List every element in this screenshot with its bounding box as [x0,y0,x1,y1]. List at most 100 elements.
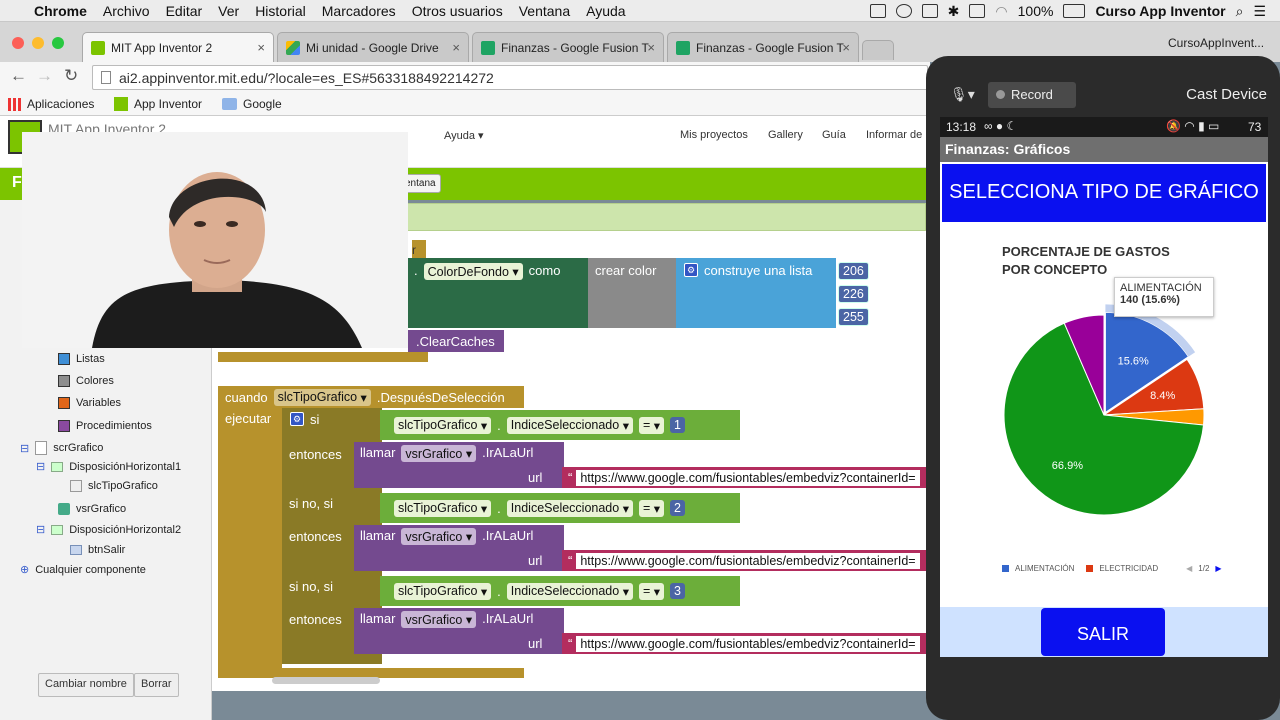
tree-scrGrafico[interactable]: ⊟ scrGrafico [20,441,103,455]
legend-next-icon[interactable]: ▶ [1215,564,1221,573]
text-block-2[interactable]: “ https://www.google.com/fusiontables/em… [562,550,926,571]
event-component-dropdown[interactable]: slcTipoGrafico ▾ [273,388,371,406]
link-gallery[interactable]: Gallery [768,129,803,141]
camera-icon[interactable] [921,4,938,18]
expand-icon[interactable]: ⊕ [20,563,29,576]
tree-variables[interactable]: Variables [58,397,121,409]
gear-icon[interactable]: ⚙ [684,263,698,277]
crear-color-block[interactable]: crear color [588,258,676,328]
collapse-icon[interactable]: ⊟ [20,442,29,455]
gear-icon[interactable]: ⚙ [290,412,304,426]
close-icon[interactable]: × [842,40,850,55]
minimize-window-button[interactable] [32,37,44,49]
back-icon[interactable]: ← [10,66,27,86]
operator-dropdown[interactable]: = ▾ [638,582,665,600]
delete-button[interactable]: Borrar [134,673,179,697]
search-icon[interactable]: ⌕ [1236,3,1244,20]
zoom-window-button[interactable] [52,37,64,49]
number-value[interactable]: 2 [670,500,685,516]
menu-editar[interactable]: Editar [166,3,203,19]
url-text-value[interactable]: https://www.google.com/fusiontables/embe… [576,552,920,569]
compare-block-1[interactable]: slcTipoGrafico ▾ . IndiceSeleccionado ▾ … [380,410,740,440]
battery-icon[interactable] [1063,4,1086,18]
number-block-g[interactable]: 226 [838,285,869,303]
set-colordefondo-block[interactable]: . ColorDeFondo ▾ como [408,258,588,328]
menu-ventana[interactable]: Ventana [519,3,570,19]
link-informar[interactable]: Informar de [866,129,922,141]
horizontal-scrollbar[interactable] [272,677,380,684]
collapse-icon[interactable]: ⊟ [36,523,45,536]
tree-colores[interactable]: Colores [58,375,114,387]
profile-button[interactable]: CursoAppInvent... [1168,36,1264,50]
url-text-value[interactable]: https://www.google.com/fusiontables/embe… [576,635,920,652]
microphone-icon[interactable]: 🎙▾ [950,86,975,103]
text-block-1[interactable]: “ https://www.google.com/fusiontables/em… [562,467,926,488]
tree-procedimientos[interactable]: Procedimientos [58,420,152,432]
tab-fusion-2[interactable]: Finanzas - Google Fusion T × [667,32,859,62]
menu-marcadores[interactable]: Marcadores [322,3,396,19]
display-icon[interactable] [969,4,986,18]
menu-archivo[interactable]: Archivo [103,3,150,19]
number-block-r[interactable]: 206 [838,262,869,280]
tree-listas[interactable]: Listas [58,353,105,365]
olive-block-fragment[interactable]: r [412,240,426,259]
tab-google-drive[interactable]: Mi unidad - Google Drive × [277,32,469,62]
menu-ver[interactable]: Ver [218,3,239,19]
property-dropdown[interactable]: IndiceSeleccionado ▾ [506,582,633,600]
tree-vsrGrafico[interactable]: vsrGrafico [58,503,126,515]
bookmark-app-inventor[interactable]: App Inventor [114,97,202,111]
component-dropdown[interactable]: vsrGrafico ▾ [401,445,477,462]
clearcaches-block[interactable]: .ClearCaches [408,330,504,352]
address-bar[interactable]: ai2.appinventor.mit.edu/?locale=es_ES#56… [92,65,928,90]
tree-cualquier-componente[interactable]: ⊕ Cualquier componente [20,563,146,577]
menubar-title[interactable]: Curso App Inventor [1095,3,1225,19]
number-value[interactable]: 3 [670,583,685,599]
legend-prev-icon[interactable]: ◀ [1186,564,1192,573]
close-icon[interactable]: × [452,40,460,55]
close-icon[interactable]: × [647,40,655,55]
menu-otros-usuarios[interactable]: Otros usuarios [412,3,503,19]
compare-block-2[interactable]: slcTipoGrafico ▾ . IndiceSeleccionado ▾ … [380,493,740,523]
operator-dropdown[interactable]: = ▾ [638,499,665,517]
menu-historial[interactable]: Historial [255,3,306,19]
property-dropdown[interactable]: IndiceSeleccionado ▾ [506,499,633,517]
exit-button[interactable]: SALIR [1041,608,1165,656]
record-button[interactable]: Record [988,82,1076,108]
tab-app-inventor[interactable]: MIT App Inventor 2 × [82,32,274,62]
menu-ayuda-app[interactable]: Ayuda ▾ [444,129,484,142]
link-guia[interactable]: Guía [822,129,846,141]
list-icon[interactable]: ☰ [1253,3,1266,20]
wifi-icon[interactable]: ◠ [995,3,1007,20]
collapse-icon[interactable]: ⊟ [36,460,45,473]
status-icon[interactable] [895,4,912,18]
construye-lista-block[interactable]: ⚙ construye una lista [676,258,836,328]
new-tab-button[interactable] [862,40,894,60]
link-mis-proyectos[interactable]: Mis proyectos [680,129,748,141]
close-window-button[interactable] [12,37,24,49]
component-dropdown[interactable]: slcTipoGrafico ▾ [394,416,492,434]
bluetooth-icon[interactable]: ✱ [948,3,960,20]
property-dropdown[interactable]: IndiceSeleccionado ▾ [506,416,633,434]
text-block-3[interactable]: “ https://www.google.com/fusiontables/em… [562,633,926,654]
tree-disposicion1[interactable]: ⊟ DisposiciónHorizontal1 [36,460,181,474]
reload-icon[interactable]: ↻ [64,66,78,86]
menu-ayuda[interactable]: Ayuda [586,3,625,19]
number-block-b[interactable]: 255 [838,308,869,326]
component-dropdown[interactable]: slcTipoGrafico ▾ [394,499,492,517]
component-dropdown[interactable]: vsrGrafico ▾ [401,611,477,628]
forward-icon[interactable]: → [36,66,53,86]
event-block[interactable]: cuando slcTipoGrafico ▾ .DespuésDeSelecc… [218,386,524,408]
component-dropdown[interactable]: vsrGrafico ▾ [401,528,477,545]
bookmark-apps[interactable]: Aplicaciones [8,97,94,111]
compare-block-3[interactable]: slcTipoGrafico ▾ . IndiceSeleccionado ▾ … [380,576,740,606]
tree-slcTipoGrafico[interactable]: slcTipoGrafico [70,480,158,492]
tree-btnSalir[interactable]: btnSalir [70,544,125,556]
property-dropdown[interactable]: ColorDeFondo ▾ [423,263,523,280]
url-text-value[interactable]: https://www.google.com/fusiontables/embe… [576,469,920,486]
bookmark-google[interactable]: Google [222,97,282,111]
component-dropdown[interactable]: slcTipoGrafico ▾ [394,582,492,600]
number-value[interactable]: 1 [670,417,685,433]
operator-dropdown[interactable]: = ▾ [638,416,665,434]
tab-fusion-1[interactable]: Finanzas - Google Fusion T × [472,32,664,62]
pie-chart[interactable]: 15.6% 8.4% 66.9% [940,117,1268,547]
